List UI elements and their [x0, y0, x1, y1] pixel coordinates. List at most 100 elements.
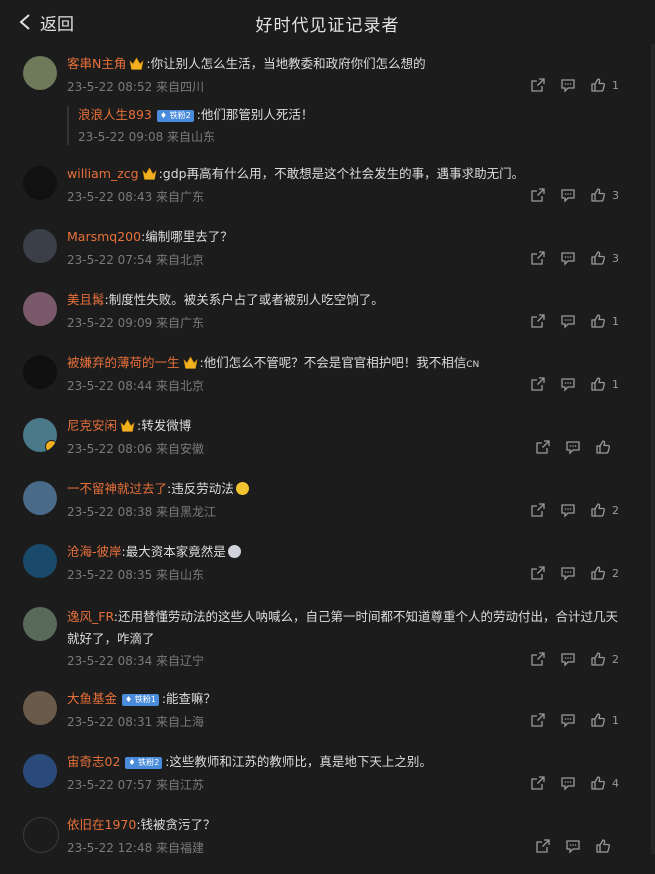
like-button[interactable]: 1 [590, 376, 619, 392]
comment-icon [561, 79, 575, 93]
avatar[interactable] [23, 754, 57, 788]
comment-icon [561, 777, 575, 791]
share-button[interactable] [530, 187, 546, 203]
comment-icon [561, 378, 575, 392]
share-button[interactable] [530, 651, 546, 667]
reply-button[interactable] [560, 250, 576, 266]
comment-username[interactable]: 尼克安闲 [67, 418, 117, 433]
comment-username[interactable]: 一不留神就过去了 [67, 481, 167, 496]
reply-button[interactable] [565, 838, 581, 854]
comment-username[interactable]: 客串N主角 [67, 56, 126, 71]
comment-text: :最大资本家竟然是 [121, 544, 226, 559]
avatar[interactable] [23, 229, 57, 263]
avatar[interactable] [23, 817, 59, 853]
comment-item: Marsmq200:编制哪里去了？ 23-5-22 07:54 来自北京 3 [0, 226, 651, 286]
share-button[interactable] [530, 376, 546, 392]
avatar[interactable] [23, 56, 57, 90]
like-button[interactable]: 4 [590, 775, 619, 791]
like-count: 2 [612, 503, 619, 517]
avatar[interactable] [23, 418, 57, 452]
reply-button[interactable] [560, 712, 576, 728]
share-button[interactable] [530, 565, 546, 581]
comment-text: :制度性失败。被关系户占了或者被别人吃空饷了。 [104, 292, 384, 307]
comment-item: 大鱼基金 ♦ 铁粉1:能查嘛？ 23-5-22 08:31 来自上海 1 [0, 688, 651, 748]
thumbs-up-icon [591, 78, 605, 92]
reply-button[interactable] [560, 502, 576, 518]
reply-username[interactable]: 浪浪人生893 [78, 107, 152, 122]
reply-button[interactable] [560, 775, 576, 791]
share-button[interactable] [530, 250, 546, 266]
share-button[interactable] [530, 775, 546, 791]
share-icon [531, 188, 545, 202]
like-count: 2 [612, 652, 619, 666]
reply-button[interactable] [560, 376, 576, 392]
like-button[interactable] [595, 838, 623, 854]
like-button[interactable]: 1 [590, 712, 619, 728]
comment-text-line: 美且髯:制度性失败。被关系户占了或者被别人吃空饷了。 [67, 291, 384, 309]
reply-block: 浪浪人生893 ♦ 铁粉2:他们那管别人死活！ 23-5-22 09:08 来自山东 [67, 106, 618, 145]
share-icon [531, 566, 545, 580]
comment-actions: 2 [516, 651, 619, 667]
fan-badge: ♦ 铁粉2 [156, 110, 194, 122]
avatar[interactable] [23, 481, 57, 515]
scrollbar[interactable] [651, 44, 655, 854]
avatar[interactable] [23, 544, 57, 578]
thumbs-up-icon [591, 713, 605, 727]
like-button[interactable]: 1 [590, 313, 619, 329]
share-icon [531, 78, 545, 92]
share-icon [531, 776, 545, 790]
comment-username[interactable]: 美且髯 [67, 292, 105, 307]
comment-text: :钱被贪污了？ [136, 817, 216, 832]
comment-meta: 23-5-22 08:52 来自四川 [67, 80, 205, 94]
comment-username[interactable]: 逸风_FR [67, 609, 114, 624]
comment-meta: 23-5-22 08:31 来自上海 [67, 715, 205, 729]
like-count: 1 [612, 78, 619, 92]
reply-button[interactable] [560, 651, 576, 667]
comment-text: :转发微博 [137, 418, 192, 433]
comment-username[interactable]: Marsmq200 [67, 229, 141, 244]
like-button[interactable]: 2 [590, 651, 619, 667]
share-button[interactable] [530, 77, 546, 93]
reply-button[interactable] [560, 565, 576, 581]
like-button[interactable]: 1 [590, 77, 619, 93]
comment-item: 沧海-彼岸:最大资本家竟然是 23-5-22 08:35 来自山东 2 [0, 541, 651, 601]
comment-username[interactable]: william_zcg [67, 166, 139, 181]
comment-username[interactable]: 宙奇志02 [67, 754, 120, 769]
comment-meta: 23-5-22 08:43 来自广东 [67, 190, 205, 204]
comment-icon [566, 441, 580, 455]
share-button[interactable] [535, 838, 551, 854]
like-button[interactable]: 2 [590, 502, 619, 518]
share-button[interactable] [535, 439, 551, 455]
comment-item: 尼克安闲:转发微博 23-5-22 08:06 来自安徽 [0, 415, 651, 475]
share-button[interactable] [530, 313, 546, 329]
comment-actions: 2 [516, 502, 619, 518]
comment-text: :违反劳动法 [167, 481, 234, 496]
comment-meta: 23-5-22 09:09 来自广东 [67, 316, 205, 330]
reply-button[interactable] [565, 439, 581, 455]
comment-username[interactable]: 沧海-彼岸 [67, 544, 122, 559]
comment-icon [561, 315, 575, 329]
share-icon [536, 440, 550, 454]
like-button[interactable] [595, 439, 623, 455]
avatar[interactable] [23, 607, 57, 641]
share-button[interactable] [530, 502, 546, 518]
comment-icon [561, 653, 575, 667]
comment-text-line: 大鱼基金 ♦ 铁粉1:能查嘛？ [67, 690, 216, 708]
comment-username[interactable]: 依旧在1970 [67, 817, 136, 832]
comment-item: william_zcg:gdp再高有什么用，不敢想是这个社会发生的事，遇事求助无… [0, 163, 651, 223]
comment-username[interactable]: 被嫌弃的薄荷的一生 [67, 355, 180, 370]
avatar[interactable] [23, 166, 57, 200]
like-button[interactable]: 2 [590, 565, 619, 581]
reply-button[interactable] [560, 77, 576, 93]
avatar[interactable] [23, 292, 57, 326]
reply-button[interactable] [560, 313, 576, 329]
share-button[interactable] [530, 712, 546, 728]
reply-button[interactable] [560, 187, 576, 203]
like-button[interactable]: 3 [590, 250, 619, 266]
avatar[interactable] [23, 355, 57, 389]
like-count: 1 [612, 713, 619, 727]
avatar[interactable] [23, 691, 57, 725]
comment-meta: 23-5-22 08:38 来自黑龙江 [67, 505, 217, 519]
comment-username[interactable]: 大鱼基金 [67, 691, 117, 706]
like-button[interactable]: 3 [590, 187, 619, 203]
